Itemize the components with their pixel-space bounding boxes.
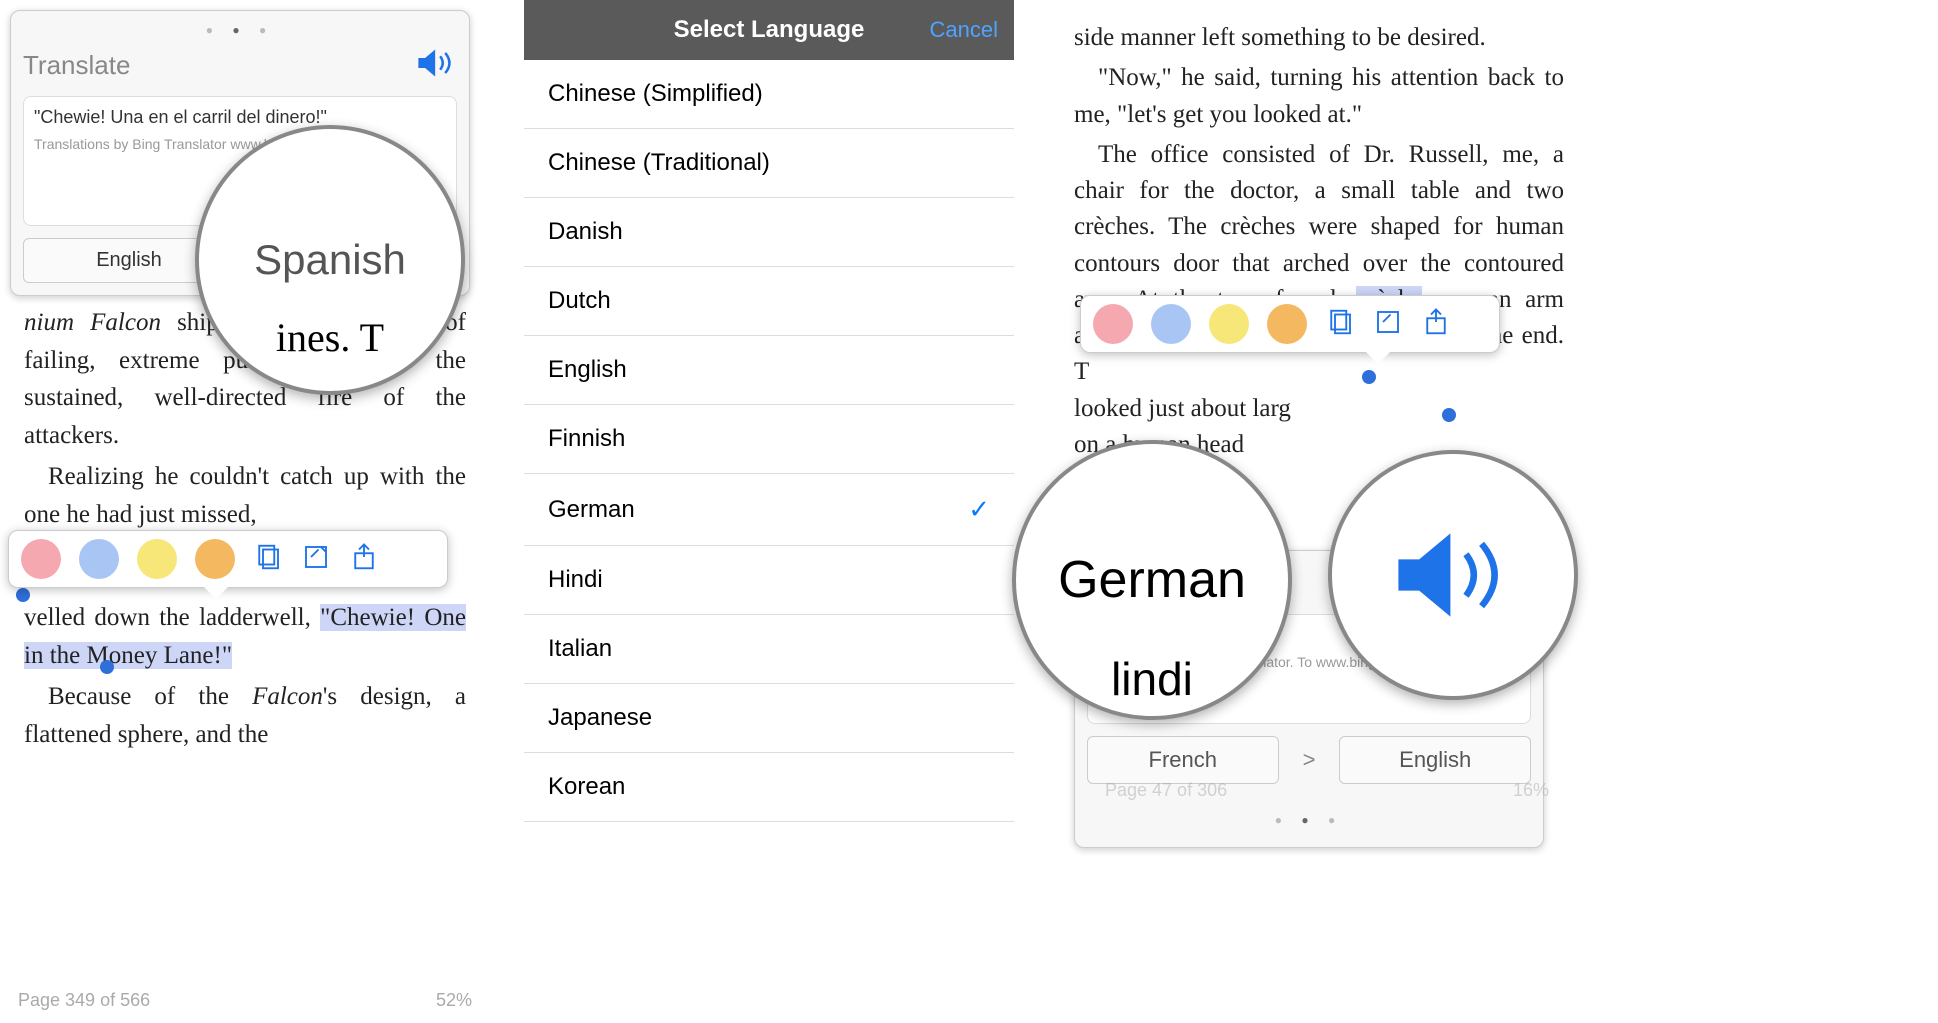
zoom-text: Spanish [254,236,406,284]
selection-handle-start[interactable] [1362,370,1376,384]
zoom-callout-spanish: Spanish ines. T [195,125,465,395]
lang-item-finnish[interactable]: Finnish [524,405,1014,474]
language-list: Chinese (Simplified) Chinese (Traditiona… [524,60,1014,822]
highlight-yellow[interactable] [1209,304,1249,344]
note-icon[interactable] [301,542,331,577]
progress-pct: 16% [1513,780,1549,801]
to-language-button[interactable]: English [1339,736,1531,784]
lang-item-chinese-simplified[interactable]: Chinese (Simplified) [524,60,1014,129]
selection-handle-end[interactable] [100,660,114,674]
highlight-orange[interactable] [1267,304,1307,344]
reader-body: side manner left something to be desired… [1074,20,1564,463]
selection-toolbar [8,530,448,588]
cancel-button[interactable]: Cancel [930,17,998,43]
selection-handle-end[interactable] [1442,408,1456,422]
lang-item-korean[interactable]: Korean [524,753,1014,822]
popup-page-dots: ● ● ● [1087,813,1531,827]
reader-body: nium Falcon ship's defensive danger of f… [10,304,480,753]
progress-pct: 52% [436,990,472,1011]
nav-bar: Select Language Cancel [524,0,1014,60]
lang-item-danish[interactable]: Danish [524,198,1014,267]
lang-item-japanese[interactable]: Japanese [524,684,1014,753]
highlight-yellow[interactable] [137,539,177,579]
from-language-button[interactable]: French [1087,736,1279,784]
page-indicator: Page 47 of 306 [1105,780,1227,801]
lang-item-italian[interactable]: Italian [524,615,1014,684]
highlight-orange[interactable] [195,539,235,579]
copy-icon[interactable] [253,542,283,577]
page-footer: Page 349 of 566 52% [18,990,472,1011]
speaker-icon[interactable] [415,45,457,86]
lang-item-dutch[interactable]: Dutch [524,267,1014,336]
selection-handle-start[interactable] [16,588,30,602]
lang-item-chinese-traditional[interactable]: Chinese (Traditional) [524,129,1014,198]
speaker-icon-large [1388,520,1518,630]
copy-icon[interactable] [1325,307,1355,342]
translated-text: "Chewie! Una en el carril del dinero!" [34,107,446,128]
lang-item-german[interactable]: German✓ [524,474,1014,546]
highlight-pink[interactable] [21,539,61,579]
checkmark-icon: ✓ [968,494,990,525]
zoom-callout-speaker [1328,450,1578,700]
nav-title: Select Language [674,16,865,44]
note-icon[interactable] [1373,307,1403,342]
lang-item-english[interactable]: English [524,336,1014,405]
selection-toolbar [1080,295,1500,353]
popup-page-dots: ● ● ● [23,23,457,37]
chevron-right-icon: > [1289,747,1330,773]
highlight-blue[interactable] [79,539,119,579]
translate-title: Translate [23,50,130,81]
zoom-callout-german: German lindi [1012,440,1292,720]
lang-item-hindi[interactable]: Hindi [524,546,1014,615]
highlight-pink[interactable] [1093,304,1133,344]
page-indicator: Page 349 of 566 [18,990,150,1011]
share-icon[interactable] [349,542,379,577]
highlight-blue[interactable] [1151,304,1191,344]
share-icon[interactable] [1421,307,1451,342]
